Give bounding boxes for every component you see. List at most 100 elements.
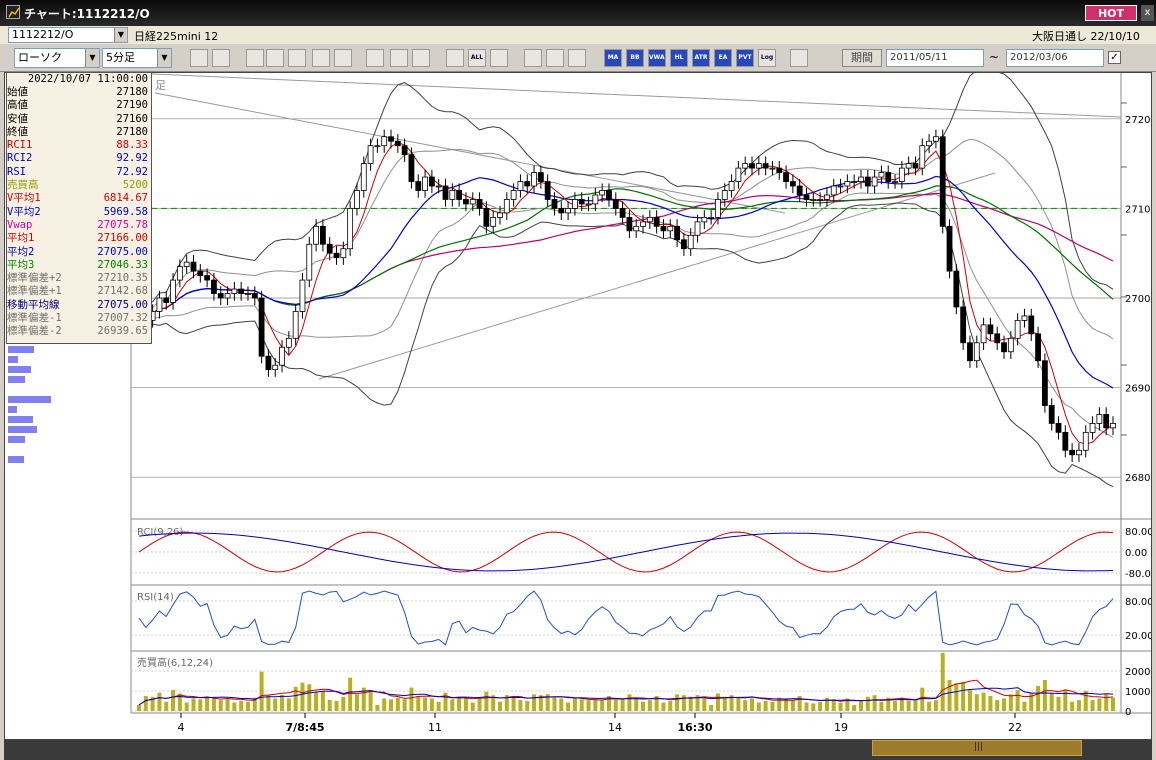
settings-icon[interactable]	[490, 49, 508, 67]
close-button[interactable]: x	[1141, 5, 1154, 21]
volume-profile-bar	[8, 426, 37, 433]
data-row-label: 平均1	[7, 232, 35, 245]
candle-body	[367, 145, 374, 165]
candle-body	[326, 243, 333, 254]
date-from-value: 2011/05/11	[890, 52, 948, 63]
chevron-down-icon[interactable]: ▼	[85, 49, 99, 67]
volume-bar	[995, 700, 1000, 711]
candle-body	[776, 167, 783, 173]
pointer-icon[interactable]	[366, 49, 384, 67]
atr-icon[interactable]: ATR	[692, 49, 710, 67]
candle-body	[946, 225, 953, 272]
price-tick-label: 27100	[1125, 204, 1151, 215]
candle-body	[987, 324, 994, 335]
volume-bar	[286, 698, 291, 711]
rci-tick-label: -80.00	[1125, 569, 1151, 580]
volume-bar	[1022, 701, 1027, 711]
volume-bar	[559, 698, 564, 711]
data-row-value: 26939.65	[97, 325, 148, 338]
period-value: 5分足	[106, 51, 135, 64]
candle-body	[272, 364, 279, 371]
data-row: 高値 27190	[7, 99, 151, 112]
bar-right-icon[interactable]	[446, 49, 464, 67]
bar-left-icon[interactable]	[412, 49, 430, 67]
volume-bar	[205, 697, 210, 711]
volume-bar	[736, 696, 741, 711]
data-row: 平均1 27166.00	[7, 232, 151, 245]
volume-bar	[307, 684, 312, 711]
period-select[interactable]: 5分足 ▼	[102, 48, 172, 68]
wrench-icon[interactable]	[524, 49, 542, 67]
volume-bar	[675, 694, 680, 711]
ma-icon[interactable]: MA	[604, 49, 622, 67]
volume-bar	[647, 700, 652, 711]
candle-body	[674, 225, 680, 241]
zoom-icon[interactable]	[190, 49, 208, 67]
trend-line	[154, 92, 786, 214]
date-from-field[interactable]: 2011/05/11	[886, 49, 984, 67]
chevron-down-icon[interactable]: ▼	[157, 49, 171, 67]
ea-icon[interactable]: EA	[714, 49, 732, 67]
news-icon[interactable]	[266, 49, 284, 67]
volume-profile-bar	[8, 416, 33, 423]
log-icon[interactable]: Log	[758, 49, 776, 67]
volume-bar	[409, 687, 414, 711]
symbol-select[interactable]: 1112212/O ▼	[8, 27, 128, 43]
range-checkbox[interactable]: ✓	[1108, 51, 1121, 64]
date-to-field[interactable]: 2012/03/06	[1006, 49, 1104, 67]
order-icon[interactable]	[246, 49, 264, 67]
volume-bar	[593, 699, 598, 711]
volume-bar	[879, 701, 884, 711]
candle-body	[347, 208, 354, 250]
data-row-label: RCI1	[7, 139, 33, 152]
candle-body	[742, 163, 749, 169]
candle-body	[469, 199, 476, 205]
palette-icon[interactable]	[546, 49, 564, 67]
ruler-icon[interactable]	[312, 49, 330, 67]
candle-body	[476, 199, 483, 209]
symbol-value: 1112212/O	[12, 28, 74, 41]
chart-svg[interactable]: 27200 27100 27000 26900 26800 足 RCI(9,26) 80.00…	[5, 73, 1151, 739]
time-scrollbar[interactable]: |||	[4, 740, 1152, 760]
vwap-icon[interactable]: VWAP	[648, 49, 666, 67]
data-row: V平均2 5969.58	[7, 206, 151, 219]
hot-button[interactable]: HOT	[1085, 5, 1137, 21]
ma1-line	[138, 142, 1114, 445]
undo-icon[interactable]	[390, 49, 408, 67]
candle-body	[360, 163, 367, 191]
x-tick-label: 22	[1008, 721, 1022, 734]
volume-profile-bar	[8, 406, 18, 413]
volume-bar	[463, 698, 468, 711]
candle-body	[503, 199, 510, 214]
volume-label: 売買高(6,12,24)	[137, 656, 213, 669]
bb-icon[interactable]: BB	[626, 49, 644, 67]
volume-bar	[429, 698, 434, 711]
app-icon	[6, 5, 20, 19]
candle-body	[313, 225, 319, 245]
scrollbar-grip-icon[interactable]: |||	[974, 742, 983, 752]
pvt-icon[interactable]: PVT	[736, 49, 754, 67]
volume-bar	[164, 701, 169, 711]
period-button[interactable]: 期間	[842, 49, 882, 67]
hl-icon[interactable]: HL	[670, 49, 688, 67]
chart-area[interactable]: 27200 27100 27000 26900 26800 足 RCI(9,26) 80.00…	[4, 72, 1152, 740]
candle-body	[715, 199, 721, 218]
candle-body	[1014, 319, 1021, 339]
split-icon[interactable]	[790, 49, 808, 67]
all-icon[interactable]: ALL	[468, 49, 486, 67]
data-row-label: 移動平均線	[7, 298, 60, 311]
candle-body	[497, 212, 503, 218]
data-row-label: 平均2	[7, 245, 35, 258]
pencil-icon[interactable]	[334, 49, 352, 67]
grid-icon[interactable]	[568, 49, 586, 67]
alert-icon[interactable]	[288, 49, 306, 67]
candle-body	[442, 185, 449, 200]
chevron-down-icon[interactable]: ▼	[114, 28, 127, 42]
chart-type-select[interactable]: ローソク ▼	[14, 48, 100, 68]
volume-bar	[722, 696, 727, 711]
candle-body	[919, 145, 926, 169]
candle-body	[1028, 315, 1035, 335]
volume-bar	[436, 701, 441, 711]
volume-bar	[273, 698, 278, 711]
crosshair-icon[interactable]	[212, 49, 230, 67]
